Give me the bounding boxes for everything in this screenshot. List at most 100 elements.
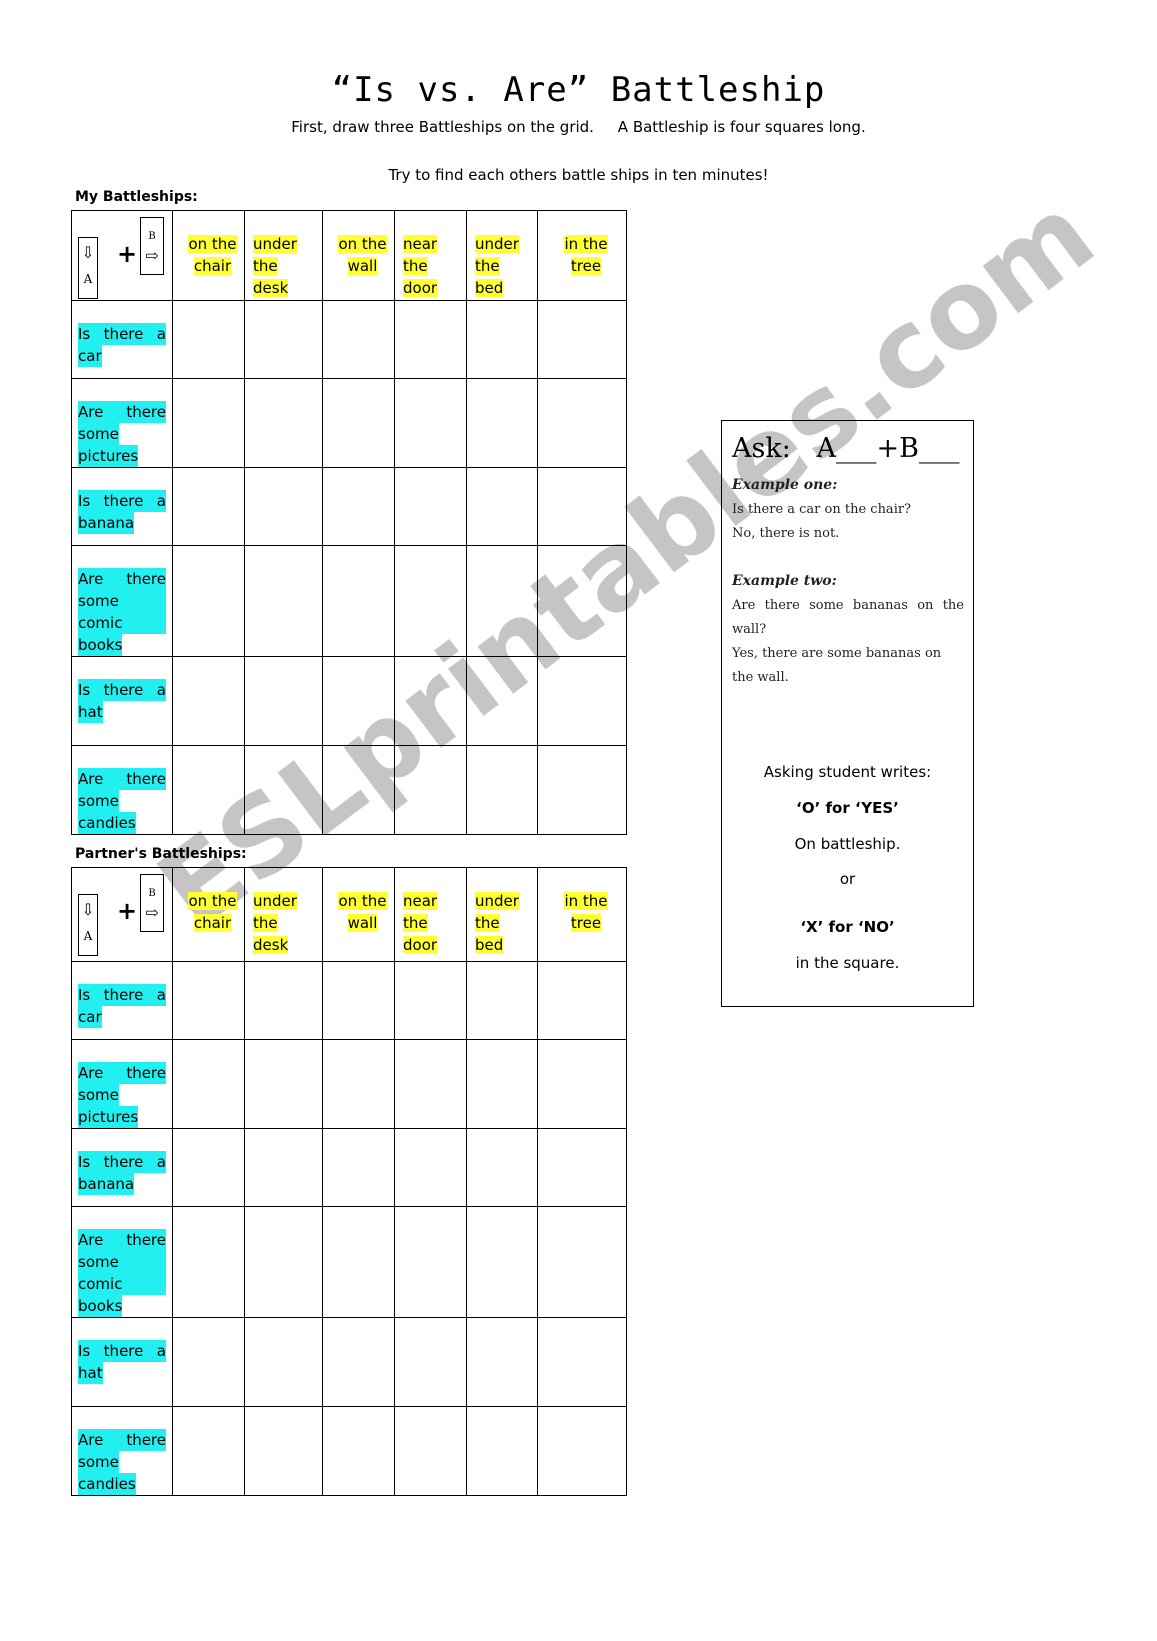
grid-square[interactable] bbox=[244, 545, 323, 657]
grid-square[interactable] bbox=[537, 378, 627, 468]
column-header-4: under the bed bbox=[466, 867, 538, 962]
grid-square[interactable] bbox=[466, 1128, 538, 1207]
grid-square[interactable] bbox=[537, 467, 627, 546]
grid-square[interactable] bbox=[394, 300, 467, 379]
grid-square[interactable] bbox=[466, 656, 538, 746]
grid-square[interactable] bbox=[537, 961, 627, 1040]
grid-square[interactable] bbox=[172, 1128, 245, 1207]
grid-square[interactable] bbox=[466, 961, 538, 1040]
grid-square[interactable] bbox=[244, 1406, 323, 1496]
grid-square[interactable] bbox=[322, 1406, 395, 1496]
grid-square[interactable] bbox=[466, 467, 538, 546]
grid-square[interactable] bbox=[322, 656, 395, 746]
row-header-text: books bbox=[78, 1295, 123, 1317]
grid-square[interactable] bbox=[244, 1128, 323, 1207]
grid-square[interactable] bbox=[466, 1206, 538, 1318]
grid-square[interactable] bbox=[322, 745, 395, 835]
grid-square[interactable] bbox=[394, 378, 467, 468]
grid-square[interactable] bbox=[466, 745, 538, 835]
or-text: or bbox=[839, 870, 856, 888]
grid-square[interactable] bbox=[244, 378, 323, 468]
grid-square[interactable] bbox=[172, 378, 245, 468]
row-header-text: books bbox=[78, 634, 123, 656]
grid-square[interactable] bbox=[322, 378, 395, 468]
grid-square[interactable] bbox=[394, 656, 467, 746]
grid-square[interactable] bbox=[172, 745, 245, 835]
column-header-text: bed bbox=[475, 936, 504, 954]
grid-square[interactable] bbox=[537, 1128, 627, 1207]
grid-square[interactable] bbox=[394, 1039, 467, 1129]
grid-square[interactable] bbox=[466, 1039, 538, 1129]
grid-square[interactable] bbox=[244, 656, 323, 746]
grid-square[interactable] bbox=[394, 1406, 467, 1496]
row-header-text: hat bbox=[78, 701, 103, 723]
column-header-text: the bbox=[475, 257, 500, 275]
grid-square[interactable] bbox=[394, 1128, 467, 1207]
column-header-4: under the bed bbox=[466, 210, 538, 301]
grid-square[interactable] bbox=[466, 1406, 538, 1496]
grid-square[interactable] bbox=[172, 1206, 245, 1318]
grid-square[interactable] bbox=[537, 545, 627, 657]
column-header-text: the bbox=[253, 914, 278, 932]
grid-square[interactable] bbox=[394, 745, 467, 835]
grid-square[interactable] bbox=[537, 1406, 627, 1496]
grid-square[interactable] bbox=[537, 1039, 627, 1129]
grid-square[interactable] bbox=[322, 1206, 395, 1318]
grid-square[interactable] bbox=[244, 1206, 323, 1318]
column-header-text: on the bbox=[188, 892, 237, 910]
grid-square[interactable] bbox=[466, 545, 538, 657]
grid-square[interactable] bbox=[322, 467, 395, 546]
grid-square[interactable] bbox=[172, 1039, 245, 1129]
grid-square[interactable] bbox=[322, 545, 395, 657]
grid-square[interactable] bbox=[244, 1039, 323, 1129]
grid-square[interactable] bbox=[172, 545, 245, 657]
grid-square[interactable] bbox=[322, 1039, 395, 1129]
right-arrow-icon: ⇨ bbox=[145, 246, 159, 265]
row-header-5: Are there some candies bbox=[71, 745, 173, 835]
grid-square[interactable] bbox=[394, 467, 467, 546]
table-row: Are there some candies bbox=[71, 1406, 627, 1496]
column-header-text: wall bbox=[347, 914, 378, 932]
grid-square[interactable] bbox=[537, 745, 627, 835]
column-header-text: in the bbox=[564, 892, 608, 910]
grid-square[interactable] bbox=[537, 300, 627, 379]
row-header-text: Are there bbox=[78, 768, 166, 790]
grid-square[interactable] bbox=[172, 961, 245, 1040]
grid-square[interactable] bbox=[244, 300, 323, 379]
yes-rule: ‘O’ for ‘YES’ bbox=[796, 799, 899, 817]
grid-square[interactable] bbox=[537, 1317, 627, 1407]
example-two-question: Are there some bananas on the wall? bbox=[732, 598, 964, 637]
grid-square[interactable] bbox=[244, 961, 323, 1040]
row-header-text: Is there a bbox=[78, 984, 166, 1006]
grid-square[interactable] bbox=[172, 467, 245, 546]
grid-square[interactable] bbox=[244, 745, 323, 835]
column-header-2: on the wall bbox=[322, 210, 395, 301]
grid-square[interactable] bbox=[172, 1317, 245, 1407]
grid-square[interactable] bbox=[394, 1206, 467, 1318]
grid-square[interactable] bbox=[244, 467, 323, 546]
grid-square[interactable] bbox=[172, 300, 245, 379]
grid-square[interactable] bbox=[394, 961, 467, 1040]
column-header-3: near the door bbox=[394, 210, 467, 301]
grid-square[interactable] bbox=[244, 1317, 323, 1407]
grid-square[interactable] bbox=[466, 1317, 538, 1407]
grid-square[interactable] bbox=[537, 656, 627, 746]
row-header-3: Are there some comic books bbox=[71, 1206, 173, 1318]
grid-square[interactable] bbox=[322, 1317, 395, 1407]
grid-square[interactable] bbox=[394, 1317, 467, 1407]
grid-square[interactable] bbox=[394, 545, 467, 657]
column-header-3: near the door bbox=[394, 867, 467, 962]
grid-square[interactable] bbox=[466, 300, 538, 379]
grid-square[interactable] bbox=[172, 1406, 245, 1496]
grid-square[interactable] bbox=[172, 656, 245, 746]
grid-square[interactable] bbox=[537, 1206, 627, 1318]
row-header-text: some bbox=[78, 790, 119, 812]
table-row: Is there a banana bbox=[71, 1128, 627, 1207]
grid-square[interactable] bbox=[466, 378, 538, 468]
partner-grid-label: Partner's Battleships: bbox=[75, 846, 247, 862]
grid-square[interactable] bbox=[322, 1128, 395, 1207]
grid-square[interactable] bbox=[322, 961, 395, 1040]
grid-square[interactable] bbox=[322, 300, 395, 379]
column-header-text: under bbox=[475, 892, 519, 910]
instruction-line-2: Try to find each others battle ships in … bbox=[388, 166, 769, 184]
